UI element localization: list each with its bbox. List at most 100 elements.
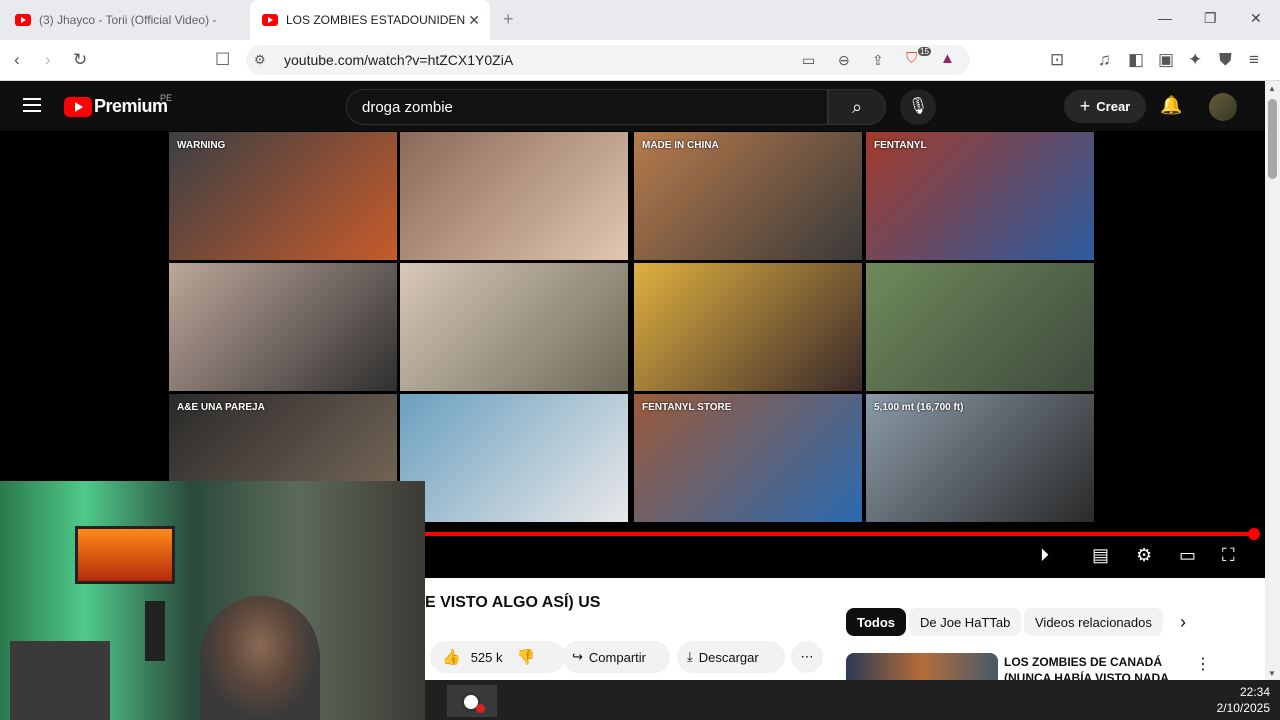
site-settings-icon[interactable]: ⚙ xyxy=(254,50,266,70)
share-icon: ↪ xyxy=(572,649,583,664)
end-screen-thumbnail[interactable] xyxy=(169,263,397,391)
keyboard-stand xyxy=(145,601,165,661)
share-icon[interactable]: ⇪ xyxy=(872,50,884,70)
end-screen-thumbnail[interactable] xyxy=(400,132,628,260)
thumbnail-label: A&E UNA PAREJA xyxy=(177,402,265,413)
bookmark-icon[interactable]: ☐ xyxy=(215,50,230,70)
voice-search-button[interactable]: 🎙 xyxy=(900,89,936,125)
region-code: PE xyxy=(160,93,173,103)
youtube-favicon-icon xyxy=(262,14,278,26)
back-icon[interactable]: ‹ xyxy=(14,50,20,70)
related-video-thumbnail[interactable] xyxy=(846,653,998,683)
end-screen-thumbnail[interactable]: 5,100 mt (16,700 ft) xyxy=(866,394,1094,522)
browser-tab-bar: (3) Jhayco - Torii (Official Video) - Yo… xyxy=(0,0,1280,40)
chip-todos[interactable]: Todos xyxy=(846,608,907,636)
end-screen-thumbnail[interactable] xyxy=(400,394,628,522)
address-bar[interactable]: ⚙ youtube.com/watch?v=htZCX1Y0ZiA ▭ ⊖ ⇪ … xyxy=(246,45,970,75)
zoom-icon[interactable]: ⊖ xyxy=(838,50,850,70)
progress-bar[interactable] xyxy=(425,532,1255,536)
avatar[interactable] xyxy=(1209,93,1237,121)
thumbnail-label: WARNING xyxy=(177,140,226,151)
more-icon: ⋯ xyxy=(800,649,814,664)
end-screen-thumbnail[interactable] xyxy=(866,263,1094,391)
brave-shield-icon[interactable]: ⛉ xyxy=(906,49,917,69)
more-actions-button[interactable]: ⋯ xyxy=(791,641,823,673)
close-window-icon[interactable]: ✕ xyxy=(1250,10,1262,27)
settings-gear-icon[interactable]: ⚙ xyxy=(1136,545,1152,566)
related-more-icon[interactable]: ⋮ xyxy=(1195,654,1211,674)
microphone-icon: 🎙 xyxy=(907,98,929,115)
subtitles-icon[interactable]: ▤ xyxy=(1092,545,1109,566)
end-screen-thumbnail[interactable]: FENTANYL xyxy=(866,132,1094,260)
thumbnail-label: FENTANYL xyxy=(874,140,927,151)
create-button[interactable]: + Crear xyxy=(1064,90,1146,123)
thumbs-up-icon[interactable]: 👍 xyxy=(442,648,461,666)
download-button[interactable]: ⤓ Descargar xyxy=(677,641,785,673)
create-label: Crear xyxy=(1096,99,1131,114)
tab-title: (3) Jhayco - Torii (Official Video) - Yo… xyxy=(39,13,219,27)
leo-ai-icon[interactable]: ✦ xyxy=(1188,50,1202,70)
thumbnail-label: MADE IN CHINA xyxy=(642,140,719,151)
autoplay-toggle-icon[interactable]: ⏵ xyxy=(1040,545,1049,566)
thumbnail-label: 5,100 mt (16,700 ft) xyxy=(874,402,964,413)
end-screen-thumbnail[interactable] xyxy=(634,263,862,391)
couch xyxy=(10,641,110,720)
like-count[interactable]: 525 k xyxy=(471,650,503,665)
reload-icon[interactable]: ↻ xyxy=(73,50,87,70)
share-label: Compartir xyxy=(588,649,646,665)
end-screen-thumbnail[interactable] xyxy=(400,263,628,391)
logo-text[interactable]: Premium xyxy=(94,96,168,117)
chip-videos-relacionados[interactable]: Videos relacionados xyxy=(1024,608,1163,636)
brave-rewards-icon[interactable]: ▲ xyxy=(940,49,955,69)
wallet-icon[interactable]: ▣ xyxy=(1158,50,1174,70)
thumbs-down-icon[interactable]: 👎 xyxy=(517,648,536,666)
youtube-logo-icon[interactable] xyxy=(64,97,92,117)
page-scrollbar[interactable]: ▲ ▼ xyxy=(1265,81,1280,680)
end-screen-thumbnail[interactable]: MADE IN CHINA xyxy=(634,132,862,260)
search-icon: ⌕ xyxy=(851,97,863,117)
sidebar-icon[interactable]: ◧ xyxy=(1128,50,1144,70)
download-label: Descargar xyxy=(698,649,759,665)
restore-icon[interactable]: ❐ xyxy=(1204,10,1217,27)
minimize-icon[interactable]: — xyxy=(1158,10,1172,26)
clock-time: 22:34 xyxy=(1239,685,1270,699)
obs-taskbar-item[interactable] xyxy=(447,685,497,717)
forward-icon[interactable]: › xyxy=(45,50,51,70)
streamer xyxy=(200,596,320,720)
recording-dot xyxy=(476,704,485,713)
like-dislike-group: 👍 525 k 👎 xyxy=(430,641,565,673)
chip-de-joe-hattab[interactable]: De Joe HaTTab xyxy=(909,608,1022,636)
reader-mode-icon[interactable]: ⊡ xyxy=(1050,50,1064,70)
tab-zombies-active[interactable]: LOS ZOMBIES ESTADOUNIDENSES ✕ xyxy=(250,0,490,40)
vpn-icon[interactable]: ⛊ xyxy=(1219,50,1232,70)
progress-scrubber[interactable] xyxy=(1248,528,1260,540)
share-button[interactable]: ↪ Compartir xyxy=(562,641,670,673)
fireplace-tv xyxy=(75,526,175,584)
end-screen-thumbnail[interactable]: WARNING xyxy=(169,132,397,260)
browser-toolbar: ‹ › ↻ ☐ ⚙ youtube.com/watch?v=htZCX1Y0Zi… xyxy=(0,40,1280,81)
end-screen-thumbnail[interactable]: FENTANYL STORE xyxy=(634,394,862,522)
clock-date: 2/10/2025 xyxy=(1216,701,1270,715)
cast-icon[interactable]: ▭ xyxy=(802,50,815,70)
scroll-down-icon[interactable]: ▼ xyxy=(1268,669,1276,678)
notifications-bell-icon[interactable]: 🔔 xyxy=(1160,95,1182,116)
fullscreen-icon[interactable]: ⛶ xyxy=(1222,545,1235,566)
search-value: droga zombie xyxy=(362,99,453,116)
youtube-header: Premium PE droga zombie ⌕ 🎙 + Crear 🔔 xyxy=(0,81,1265,131)
close-tab-icon[interactable]: ✕ xyxy=(468,12,480,29)
tab-title: LOS ZOMBIES ESTADOUNIDENSES xyxy=(286,13,466,27)
download-icon: ⤓ xyxy=(687,649,693,664)
new-tab-icon[interactable]: + xyxy=(503,9,514,30)
menu-icon[interactable]: ≡ xyxy=(1249,50,1259,70)
search-button[interactable]: ⌕ xyxy=(828,89,886,125)
search-input[interactable]: droga zombie xyxy=(346,89,828,125)
video-title: E VISTO ALGO ASÍ) US xyxy=(425,594,601,611)
tab-jhayco[interactable]: (3) Jhayco - Torii (Official Video) - Yo… xyxy=(15,0,240,40)
theater-mode-icon[interactable]: ▭ xyxy=(1179,545,1196,566)
scroll-up-icon[interactable]: ▲ xyxy=(1268,84,1276,93)
scroll-thumb[interactable] xyxy=(1268,99,1277,179)
system-clock[interactable]: 22:34 2/10/2025 xyxy=(1217,684,1270,716)
chevron-right-icon[interactable]: › xyxy=(1180,612,1186,633)
media-icon[interactable]: ♫ xyxy=(1098,50,1111,70)
hamburger-menu-icon[interactable] xyxy=(23,98,41,112)
